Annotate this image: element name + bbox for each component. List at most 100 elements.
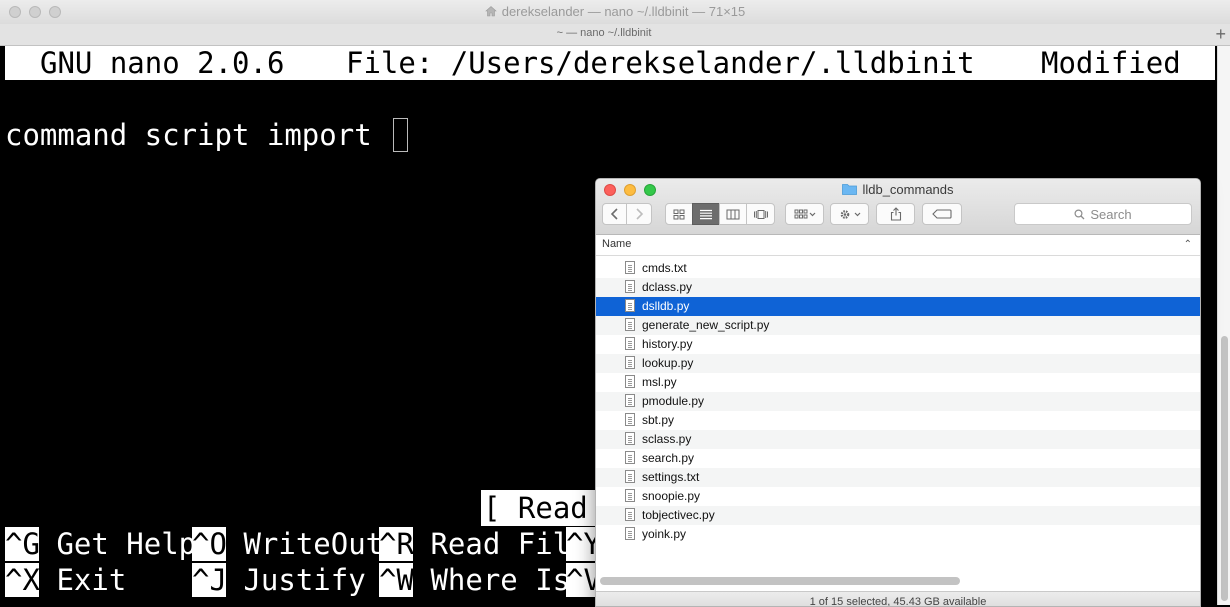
column-header-label: Name [602,238,632,250]
document-icon [625,489,635,502]
terminal-titlebar: derekselander — nano ~/.lldbinit — 71×15 [0,0,1230,25]
nano-file-path: File: /Users/derekselander/.lldbinit [346,46,975,80]
document-icon [625,337,635,350]
document-icon [625,261,635,274]
file-name: search.py [642,451,695,465]
nano-header: GNU nano 2.0.6 File: /Users/derekselande… [5,46,1215,80]
file-row[interactable]: sclass.py [596,430,1200,449]
window-title: derekselander — nano ~/.lldbinit — 71×15 [0,4,1230,19]
window-title-text: derekselander — nano ~/.lldbinit — 71×15 [501,4,746,19]
share-icon [890,207,901,221]
sort-ascending-icon: ⌃ [1183,239,1192,250]
search-field[interactable]: Search [1014,203,1192,225]
folder-icon [842,184,858,195]
file-name: sclass.py [642,432,692,446]
terminal-scroll-thumb[interactable] [1221,336,1228,601]
document-icon [625,280,635,293]
shortcut-label-exit: Exit [39,563,127,597]
status-text: 1 of 15 selected, 45.43 GB available [809,596,987,607]
file-name: generate_new_script.py [642,318,770,332]
document-icon [625,299,635,312]
file-name: yoink.py [642,527,687,541]
tab-nano[interactable]: ~ — nano ~/.lldbinit [0,27,1208,39]
cover-flow-icon [753,209,768,219]
nano-version: GNU nano 2.0.6 [40,46,285,80]
new-tab-button[interactable]: + [1215,24,1226,44]
back-button[interactable] [602,203,627,225]
file-name: pmodule.py [642,394,705,408]
document-icon [625,470,635,483]
cover-flow-button[interactable] [746,203,775,225]
action-button[interactable] [830,203,869,225]
document-icon [625,356,635,369]
file-row[interactable]: dslldb.py [596,297,1200,316]
finder-toolbar: lldb_commands Search [596,179,1200,235]
document-icon [625,432,635,445]
list-icon [700,209,712,219]
shortcut-label-read-file: Read Fil [413,527,571,561]
file-row[interactable]: settings.txt [596,468,1200,487]
file-row[interactable]: dclass.py [596,278,1200,297]
column-header-name[interactable]: Name ⌃ [596,235,1200,256]
document-icon [625,375,635,388]
file-list: cmds.txt dclass.py dslldb.py generate_new_s… [596,259,1200,544]
document-icon [625,413,635,426]
document-icon [625,451,635,464]
horizontal-scroll-thumb[interactable] [600,577,960,585]
terminal-tabbar: ~ — nano ~/.lldbinit + [0,24,1230,46]
text-cursor [393,118,409,152]
file-name: snoopie.py [642,489,701,503]
file-name: settings.txt [642,470,700,484]
edit-line[interactable]: command script import [5,118,409,152]
home-icon [484,6,497,17]
file-row[interactable]: msl.py [596,373,1200,392]
icon-view-button[interactable] [665,203,693,225]
file-name: tobjectivec.py [642,508,715,522]
document-icon [625,508,635,521]
tag-icon [932,209,952,219]
file-row[interactable]: sbt.py [596,411,1200,430]
share-button[interactable] [876,203,915,225]
terminal-scrollbar[interactable] [1217,46,1230,605]
file-row[interactable]: pmodule.py [596,392,1200,411]
forward-button[interactable] [626,203,652,225]
file-name: cmds.txt [642,261,687,275]
document-icon [625,527,635,540]
file-row[interactable]: lookup.py [596,354,1200,373]
file-row[interactable]: history.py [596,335,1200,354]
search-icon [1074,208,1085,219]
file-row[interactable]: generate_new_script.py [596,316,1200,335]
status-message: [ Read [481,490,613,526]
search-placeholder: Search [1090,206,1132,222]
tags-button[interactable] [922,203,962,225]
document-icon [625,318,635,331]
file-name: dclass.py [642,280,693,294]
shortcut-key-where-is: ^W [379,563,414,597]
shortcut-label-writeout: WriteOut [226,527,384,561]
file-name: history.py [642,337,693,351]
gear-icon [840,209,860,219]
file-row[interactable]: yoink.py [596,525,1200,544]
file-row[interactable]: tobjectivec.py [596,506,1200,525]
grid-icon [673,209,685,219]
shortcut-key-get-help: ^G [5,527,40,561]
file-row[interactable]: snoopie.py [596,487,1200,506]
edit-line-text: command script import [5,118,390,152]
column-view-button[interactable] [719,203,747,225]
file-row[interactable]: cmds.txt [596,259,1200,278]
file-row[interactable]: search.py [596,449,1200,468]
shortcut-label-justify: Justify [226,563,366,597]
list-view-button[interactable] [692,203,720,225]
arrange-button[interactable] [785,203,824,225]
finder-title: lldb_commands [596,182,1200,197]
shortcut-key-writeout: ^O [192,527,227,561]
nano-modified-flag: Modified [1041,46,1181,80]
file-name: sbt.py [642,413,675,427]
finder-title-text: lldb_commands [862,182,954,197]
file-name: lookup.py [642,356,694,370]
finder-window: lldb_commands Search Name ⌃ cmds.txt dcl… [595,178,1201,607]
shortcut-key-justify: ^J [192,563,227,597]
chevron-left-icon [610,208,618,220]
shortcut-label-get-help: Get Help [39,527,197,561]
shortcut-key-exit: ^X [5,563,40,597]
